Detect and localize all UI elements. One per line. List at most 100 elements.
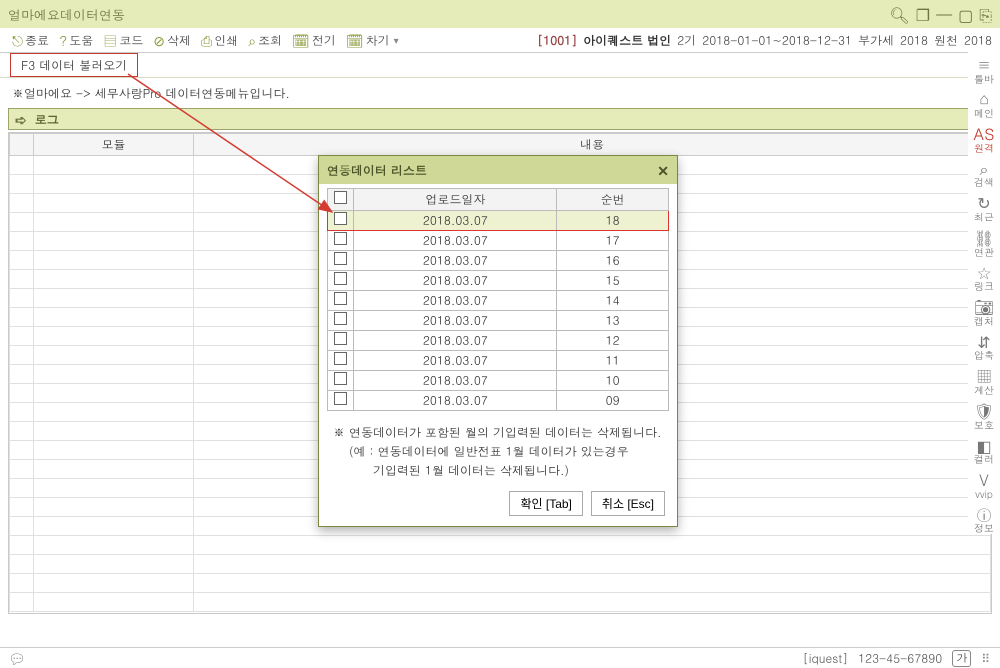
- minimize-icon[interactable]: —: [936, 3, 952, 26]
- sync-data-table: 업로드일자 순번 2018.03.07182018.03.07172018.03…: [327, 188, 669, 411]
- row-checkbox[interactable]: [334, 252, 347, 265]
- row-checkbox[interactable]: [334, 212, 347, 225]
- exit-icon: ⎋: [12, 33, 23, 47]
- row-seq: 14: [557, 291, 669, 311]
- log-col-blank: [10, 134, 34, 156]
- table-row[interactable]: [10, 593, 991, 612]
- row-date: 2018.03.07: [354, 291, 557, 311]
- sync-data-row[interactable]: 2018.03.0709: [328, 391, 669, 411]
- wht-label: 원천: [934, 32, 958, 49]
- table-row[interactable]: [10, 555, 991, 574]
- chevron-down-icon: ▾: [394, 33, 399, 47]
- status-bizno: 123-45-67890: [858, 650, 942, 667]
- restore-icon[interactable]: ❐: [916, 3, 930, 26]
- sync-data-row[interactable]: 2018.03.0714: [328, 291, 669, 311]
- row-seq: 17: [557, 231, 669, 251]
- search-icon: ⌕: [248, 33, 256, 47]
- row-seq: 10: [557, 371, 669, 391]
- rail-calc[interactable]: ▦계산: [974, 367, 994, 396]
- rail-search[interactable]: ⌕검색: [974, 160, 994, 189]
- row-date: 2018.03.07: [354, 211, 557, 231]
- sync-data-row[interactable]: 2018.03.0713: [328, 311, 669, 331]
- toolbar-delete[interactable]: ⊘삭제: [149, 32, 195, 49]
- maximize-icon[interactable]: ▢: [958, 3, 973, 26]
- dialog-title: 연동데이터 리스트: [327, 162, 427, 179]
- row-seq: 16: [557, 251, 669, 271]
- vat-year: 2018: [900, 32, 928, 49]
- dialog-ok-button[interactable]: 확인 [Tab]: [509, 491, 582, 516]
- rail-protect[interactable]: 🛡︎보호: [974, 402, 994, 431]
- toolbar-query[interactable]: ⌕조회: [244, 32, 286, 49]
- zoom-in-icon[interactable]: 🔍︎: [889, 3, 909, 26]
- dialog-col-check[interactable]: [328, 189, 354, 211]
- rail-vvip[interactable]: Vvvip: [975, 471, 993, 500]
- toolbar-code[interactable]: ▤코드: [99, 32, 147, 49]
- rail-color[interactable]: ◧컬러: [974, 437, 994, 466]
- row-seq: 15: [557, 271, 669, 291]
- row-checkbox[interactable]: [334, 332, 347, 345]
- row-date: 2018.03.07: [354, 271, 557, 291]
- sync-data-row[interactable]: 2018.03.0711: [328, 351, 669, 371]
- sync-data-row[interactable]: 2018.03.0717: [328, 231, 669, 251]
- ime-indicator[interactable]: 가: [952, 650, 971, 667]
- toolbar-prev-period[interactable]: 🗓︎전기: [288, 32, 340, 49]
- dialog-col-date: 업로드일자: [354, 189, 557, 211]
- calendar-next-icon: 🗓︎: [346, 33, 364, 47]
- dialog-col-seq: 순번: [557, 189, 669, 211]
- wht-year: 2018: [964, 32, 992, 49]
- toolbar-close[interactable]: ⎋종료: [8, 32, 53, 49]
- rail-toolbar[interactable]: ≡툴바: [974, 56, 994, 85]
- check-all-box[interactable]: [334, 191, 347, 204]
- row-checkbox[interactable]: [334, 392, 347, 405]
- row-date: 2018.03.07: [354, 231, 557, 251]
- toolbar-next-period[interactable]: 🗓︎차기▾: [342, 32, 403, 49]
- row-checkbox[interactable]: [334, 352, 347, 365]
- f3-load-data-tab[interactable]: F3 데이터 불러오기: [10, 53, 138, 77]
- close-window-icon[interactable]: ⎘: [979, 3, 992, 26]
- row-checkbox[interactable]: [334, 312, 347, 325]
- log-col-module: 모듈: [34, 134, 194, 156]
- row-date: 2018.03.07: [354, 331, 557, 351]
- dialog-note-1: ※ 연동데이터가 포함된 월의 기입력된 데이터는 삭제됩니다.: [333, 423, 663, 442]
- page-description: ※얼마에요 -> 세무사랑Pro 데이터연동메뉴입니다.: [8, 82, 992, 108]
- row-checkbox[interactable]: [334, 292, 347, 305]
- row-checkbox[interactable]: [334, 232, 347, 245]
- help-icon: ?: [59, 33, 67, 47]
- log-header: ➪ 로그: [8, 108, 992, 130]
- rail-capture[interactable]: 📷︎캡처: [974, 298, 994, 327]
- row-seq: 09: [557, 391, 669, 411]
- row-date: 2018.03.07: [354, 391, 557, 411]
- dialog-cancel-button[interactable]: 취소 [Esc]: [591, 491, 665, 516]
- resize-grip-icon[interactable]: ⠿: [981, 650, 992, 667]
- sync-data-row[interactable]: 2018.03.0718: [328, 211, 669, 231]
- sync-data-row[interactable]: 2018.03.0716: [328, 251, 669, 271]
- sync-data-row[interactable]: 2018.03.0710: [328, 371, 669, 391]
- window-title: 얼마에요데이터연동: [8, 5, 889, 24]
- rail-related[interactable]: ⛓︎연관: [974, 229, 994, 258]
- log-col-content: 내용: [194, 134, 991, 156]
- title-bar: 얼마에요데이터연동 🔍︎ ❐ — ▢ ⎘: [0, 0, 1000, 28]
- rail-compress[interactable]: ⇵압축: [974, 333, 994, 362]
- row-date: 2018.03.07: [354, 371, 557, 391]
- rail-link[interactable]: ☆링크: [974, 264, 994, 293]
- sync-data-row[interactable]: 2018.03.0715: [328, 271, 669, 291]
- calendar-prev-icon: 🗓︎: [292, 33, 310, 47]
- rail-info[interactable]: ⓘ정보: [974, 506, 994, 535]
- rail-recent[interactable]: ↻최근: [974, 194, 994, 223]
- toolbar-print[interactable]: ⎙인쇄: [197, 32, 242, 49]
- rail-remote[interactable]: AS원격: [974, 125, 995, 154]
- toolbar-help[interactable]: ?도움: [55, 32, 97, 49]
- row-checkbox[interactable]: [334, 272, 347, 285]
- table-row[interactable]: [10, 574, 991, 593]
- window-controls: 🔍︎ ❐ — ▢ ⎘: [889, 3, 992, 26]
- table-row[interactable]: [10, 536, 991, 555]
- row-date: 2018.03.07: [354, 251, 557, 271]
- dialog-note-3: 기입력된 1월 데이터는 삭제됩니다.): [333, 461, 663, 480]
- dialog-close-icon[interactable]: ✕: [657, 160, 669, 180]
- rail-main[interactable]: ⌂메인: [974, 91, 994, 120]
- chat-icon[interactable]: 💬︎: [8, 648, 26, 668]
- row-date: 2018.03.07: [354, 311, 557, 331]
- row-checkbox[interactable]: [334, 372, 347, 385]
- status-bar: 💬︎ [iquest] 123-45-67890 가 ⠿: [0, 647, 1000, 668]
- sync-data-row[interactable]: 2018.03.0712: [328, 331, 669, 351]
